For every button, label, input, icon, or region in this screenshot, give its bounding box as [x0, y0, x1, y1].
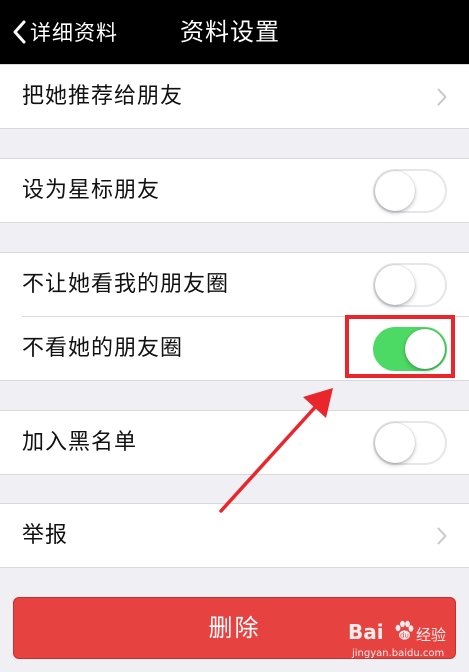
group-star: 设为星标朋友 [0, 158, 469, 223]
row-star-friend: 设为星标朋友 [0, 159, 469, 223]
chevron-right-icon [437, 527, 447, 549]
row-label: 把她推荐给朋友 [22, 84, 184, 109]
row-recommend-to-friend[interactable]: 把她推荐给朋友 [0, 65, 469, 129]
paw-logo-icon: du [394, 620, 414, 646]
hide-my-moments-toggle[interactable] [373, 263, 447, 307]
watermark-brand: Bai [348, 620, 384, 644]
toggle-knob [375, 265, 415, 305]
group-blacklist: 加入黑名单 [0, 410, 469, 475]
row-label: 不让她看我的朋友圈 [22, 272, 230, 297]
watermark-product: 经验 [416, 626, 447, 644]
toggle-knob [375, 423, 415, 463]
row-label: 不看她的朋友圈 [22, 336, 184, 361]
navigation-bar: 详细资料 资料设置 [0, 0, 469, 64]
blacklist-toggle[interactable] [373, 421, 447, 465]
page-title: 资料设置 [180, 18, 280, 46]
back-label: 详细资料 [30, 21, 118, 45]
row-label: 设为星标朋友 [22, 178, 161, 203]
highlight-box [345, 315, 455, 378]
chevron-left-icon [12, 20, 26, 44]
row-blacklist: 加入黑名单 [0, 411, 469, 475]
row-hide-my-moments: 不让她看我的朋友圈 [0, 253, 469, 317]
watermark-url: jingyan.baidu.com [352, 648, 445, 659]
group-report: 举报 [0, 503, 469, 568]
back-button[interactable]: 详细资料 [12, 14, 118, 50]
svg-text:du: du [400, 632, 409, 640]
chevron-right-icon [437, 88, 447, 110]
row-report[interactable]: 举报 [0, 504, 469, 568]
toggle-knob [375, 171, 415, 211]
star-friend-toggle[interactable] [373, 169, 447, 213]
row-label: 加入黑名单 [22, 430, 138, 455]
group-recommend: 把她推荐给朋友 [0, 64, 469, 129]
baidu-jingyan-watermark: Bai du 经验 jingyan.baidu.com [348, 618, 463, 666]
row-label: 举报 [22, 523, 69, 548]
